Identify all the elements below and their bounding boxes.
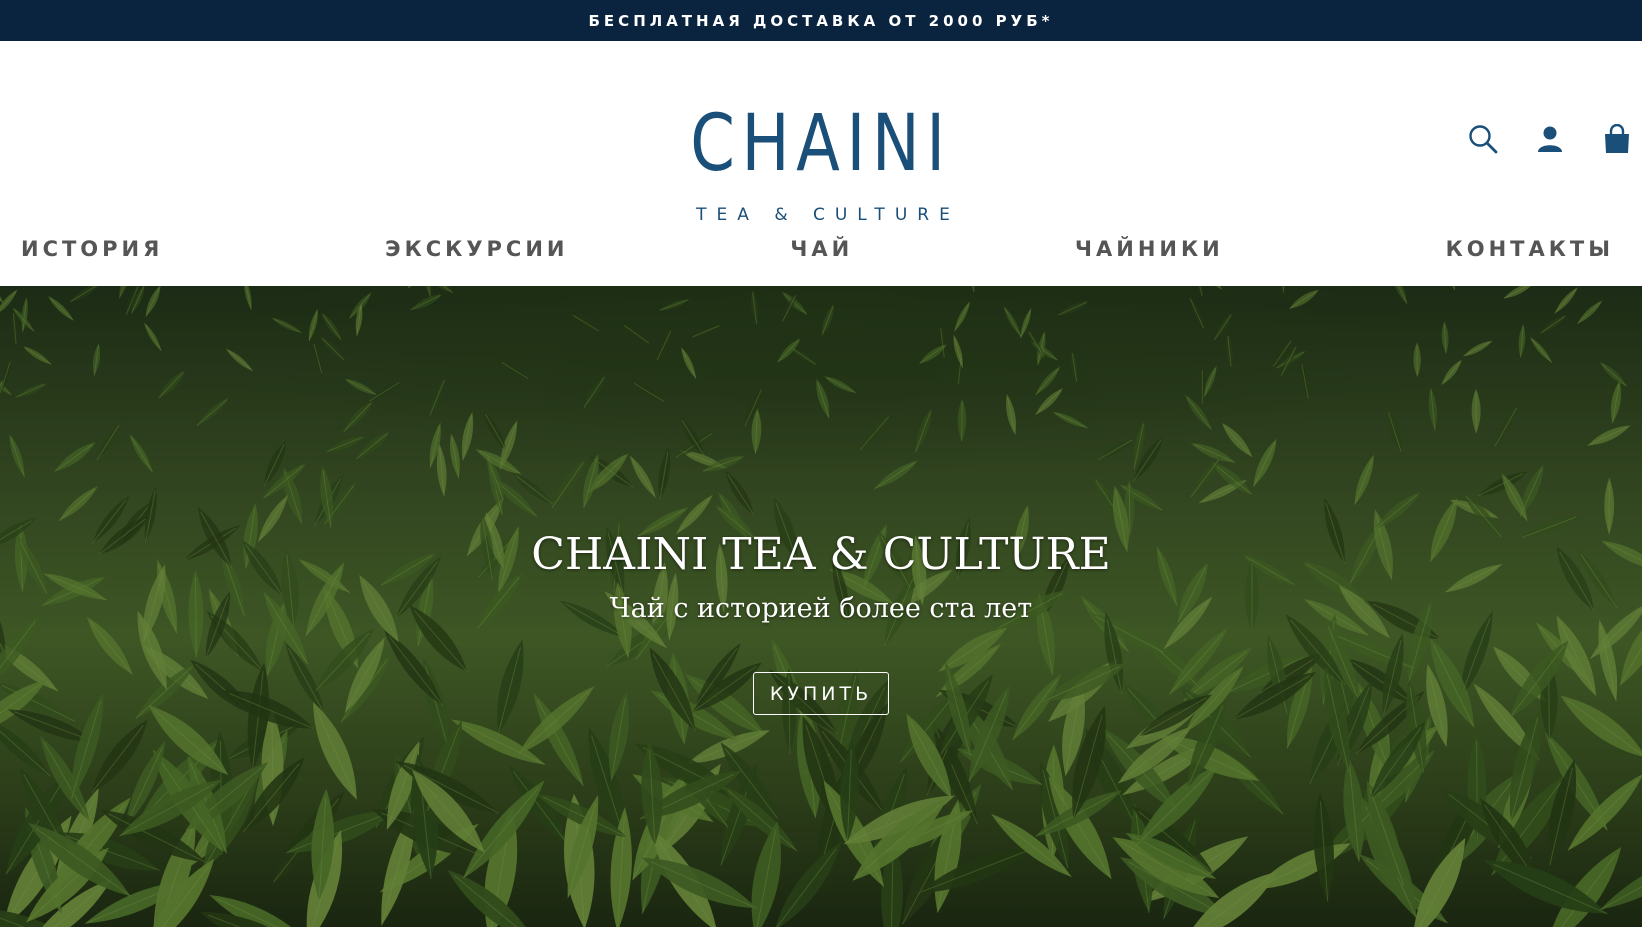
- announcement-bar: БЕСПЛАТНАЯ ДОСТАВКА ОТ 2000 РУБ*: [0, 0, 1642, 41]
- account-icon[interactable]: [1529, 121, 1571, 157]
- nav-item-tea[interactable]: ЧАЙ: [790, 237, 853, 261]
- cart-icon[interactable]: [1596, 121, 1638, 157]
- hero-subtitle: Чай с историей более ста лет: [609, 593, 1033, 624]
- nav-item-contacts[interactable]: КОНТАКТЫ: [1446, 237, 1614, 261]
- nav-item-history[interactable]: ИСТОРИЯ: [21, 237, 163, 261]
- buy-button[interactable]: КУПИТЬ: [752, 672, 890, 715]
- logo[interactable]: CHAINI TEA & CULTURE: [0, 41, 1642, 225]
- hero-banner: CHAINI TEA & CULTURE Чай с историей боле…: [0, 286, 1642, 927]
- header-icons: [1437, 121, 1642, 157]
- nav-item-teapots[interactable]: ЧАЙНИКИ: [1075, 237, 1224, 261]
- search-icon[interactable]: [1462, 121, 1504, 157]
- nav-item-excursions[interactable]: ЭКСКУРСИИ: [385, 237, 568, 261]
- logo-tagline: TEA & CULTURE: [696, 205, 960, 225]
- site-header: CHAINI TEA & CULTURE: [0, 41, 1642, 225]
- logo-wordmark[interactable]: CHAINI: [148, 105, 1494, 183]
- announcement-text: БЕСПЛАТНАЯ ДОСТАВКА ОТ 2000 РУБ*: [588, 11, 1054, 30]
- hero-content: CHAINI TEA & CULTURE Чай с историей боле…: [0, 533, 1642, 715]
- hero-title: CHAINI TEA & CULTURE: [531, 529, 1111, 580]
